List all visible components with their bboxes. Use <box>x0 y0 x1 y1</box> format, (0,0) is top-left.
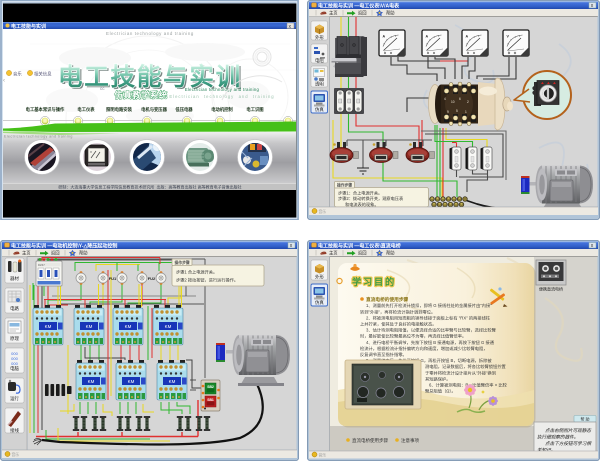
svg-text:操作步骤: 操作步骤 <box>175 260 190 265</box>
svg-text:3、估计待测电阻阻值，以便选择合适的比率臂与比较臂，选择比较: 3、估计待测电阻阻值，以便选择合适的比率臂与比较臂，选择比较臂 <box>366 327 497 334</box>
svg-text:返回: 返回 <box>358 10 367 17</box>
svg-text:照明电路安装: 照明电路安装 <box>106 106 132 113</box>
svg-text:9: 9 <box>447 110 449 114</box>
svg-text:SB1: SB1 <box>207 398 214 402</box>
svg-text:Electrician technology and tra: Electrician technology and training <box>106 31 194 36</box>
svg-text:透明: 透明 <box>315 81 324 88</box>
svg-text:4: 4 <box>444 97 446 101</box>
svg-text:于零并将检流计设计接片从"外接"换到: 于零并将检流计设计接片从"外接"换到 <box>425 369 496 376</box>
svg-text:音乐: 音乐 <box>319 453 327 458</box>
svg-text:5: 5 <box>456 109 458 113</box>
svg-text:直流电桥使用步骤: 直流电桥使用步骤 <box>352 437 388 444</box>
svg-text:V: V <box>90 150 92 154</box>
svg-text:返回: 返回 <box>51 250 60 257</box>
svg-text:仿真: 仿真 <box>315 106 324 113</box>
svg-text:步骤2 按动按钮，进行运行操作。: 步骤2 按动按钮，进行运行操作。 <box>176 277 238 284</box>
svg-text:电工识图: 电工识图 <box>246 106 264 113</box>
svg-text:6: 6 <box>459 97 461 101</box>
svg-text:Electrician technology and tra: Electrician technology and training <box>4 135 73 139</box>
svg-text:帮助: 帮助 <box>79 250 88 257</box>
svg-text:仿真教学系统: 仿真教学系统 <box>114 90 167 100</box>
svg-text:电工技能与实训: 电工技能与实训 <box>11 23 46 30</box>
svg-text:FU1: FU1 <box>109 276 117 281</box>
svg-text:检流计，根据检流计指针偏转方向和速度，增加或减少比较臂电阻，: 检流计，根据检流计指针偏转方向和速度，增加或减少比较臂电阻， <box>360 345 488 352</box>
svg-text:低压电器: 低压电器 <box>174 106 193 113</box>
svg-text:主页: 主页 <box>329 250 338 257</box>
svg-text:操作步骤: 操作步骤 <box>337 183 352 188</box>
svg-text:电工技能与实训 —电动机控制\Y-△降压起动控制: 电工技能与实训 —电动机控制\Y-△降压起动控制 <box>11 243 117 250</box>
svg-text:时，最好能使比较臂最高位不为零，再选择比值臂倍率。: 时，最好能使比较臂最高位不为零，再选择比值臂倍率。 <box>360 333 466 340</box>
svg-text:电路: 电路 <box>10 305 19 312</box>
svg-text:测电阻，记录数据后，将各比较臂锁钮拧置: 测电阻，记录数据后，将各比较臂锁钮拧置 <box>425 363 507 370</box>
svg-text:主页: 主页 <box>329 10 338 17</box>
svg-text:10: 10 <box>451 100 455 104</box>
svg-text:帮 助: 帮 助 <box>580 416 589 422</box>
svg-text:点击下方按钮可学习相: 点击下方按钮可学习相 <box>545 441 592 446</box>
svg-text:臂总阻值（Ω）。: 臂总阻值（Ω）。 <box>425 388 456 395</box>
svg-text:电脑: 电脑 <box>10 365 19 372</box>
svg-text:电工仪表: 电工仪表 <box>77 106 95 113</box>
svg-text:便携直流电桥: 便携直流电桥 <box>539 286 563 292</box>
svg-text:返回: 返回 <box>358 250 367 257</box>
svg-text:2、将被测电阻用短而粗的铜导线接于面板上标有 "RX" 的两: 2、将被测电阻用短而粗的铜导线接于面板上标有 "RX" 的两接线柱 <box>366 314 491 321</box>
svg-text:帮助: 帮助 <box>386 10 395 17</box>
svg-text:电工技能与实训 —电工仪表\V/A电表: 电工技能与实训 —电工仪表\V/A电表 <box>318 3 400 10</box>
svg-text:主页: 主页 <box>22 250 31 257</box>
svg-text:1: 1 <box>465 110 467 114</box>
svg-text:执行细观察的器件。: 执行细观察的器件。 <box>537 435 578 440</box>
svg-text:‹: ‹ <box>3 78 5 84</box>
svg-text:电动机控制: 电动机控制 <box>211 106 233 113</box>
svg-text:音乐: 音乐 <box>319 209 327 214</box>
svg-text:注意事项: 注意事项 <box>401 437 419 444</box>
svg-text:4、进行电桥平衡调节，先按下按钮 B 接通电源，再按下按钮: 4、进行电桥平衡调节，先按下按钮 B 接通电源，再按下按钮 G 接通 <box>366 339 495 346</box>
svg-text:原理: 原理 <box>10 336 19 341</box>
svg-text:音乐: 音乐 <box>12 452 20 457</box>
svg-text:电工基本常识与操作: 电工基本常识与操作 <box>26 106 65 113</box>
svg-text:步骤1 合上电源开关。: 步骤1 合上电源开关。 <box>176 269 217 276</box>
svg-text:帮助: 帮助 <box>386 250 395 257</box>
svg-text:电工技能与实训 —电工仪表\直流电桥: 电工技能与实训 —电工仪表\直流电桥 <box>318 243 402 250</box>
svg-text:外形: 外形 <box>315 274 324 281</box>
svg-text:电阻: 电阻 <box>315 57 324 64</box>
svg-text:接线: 接线 <box>10 427 19 434</box>
svg-text:Electrician technology and tra: Electrician technology and training <box>185 87 260 92</box>
svg-text:研制：大连海事大学信息工程学院信息教育技术研究所 出版：高: 研制：大连海事大学信息工程学院信息教育技术研究所 出版：高等教育出版社 高等教育… <box>58 183 241 189</box>
svg-text:外形: 外形 <box>315 34 324 41</box>
svg-text:Electrician technology and: Electrician technology and training <box>169 94 274 99</box>
svg-text:其短路保护。: 其短路保护。 <box>425 375 451 382</box>
svg-text:2: 2 <box>467 100 469 104</box>
svg-text:器材: 器材 <box>10 275 19 282</box>
svg-text:SB2: SB2 <box>207 385 214 389</box>
svg-text:DZ47: DZ47 <box>38 263 45 267</box>
svg-text:转到"外接"，再将检流计指针调到零位。: 转到"外接"，再将检流计指针调到零位。 <box>360 308 435 315</box>
svg-text:相关信息: 相关信息 <box>34 71 52 78</box>
svg-text:反复调节直至指针指零。: 反复调节直至指针指零。 <box>360 351 407 358</box>
svg-text:学习目的: 学习目的 <box>352 276 396 287</box>
svg-text:运行: 运行 <box>10 395 19 402</box>
svg-text:上并拧紧，使其处于良好的电接触状态。: 上并拧紧，使其处于良好的电接触状态。 <box>360 321 437 328</box>
svg-text:FU2: FU2 <box>148 276 156 281</box>
svg-text:直流电桥的使用步骤: 直流电桥的使用步骤 <box>366 296 409 303</box>
svg-text:电机与变压器: 电机与变压器 <box>141 106 167 113</box>
svg-text:点击右侧图片可观静态: 点击右侧图片可观静态 <box>545 428 592 433</box>
svg-text:仿真: 仿真 <box>315 299 324 306</box>
svg-text:1、测量前先打开检流计锁扣，即将 G 接线柱处的金属接片由": 1、测量前先打开检流计锁扣，即将 G 接线柱处的金属接片由"内接" <box>366 302 492 309</box>
svg-text:音乐: 音乐 <box>13 71 22 78</box>
